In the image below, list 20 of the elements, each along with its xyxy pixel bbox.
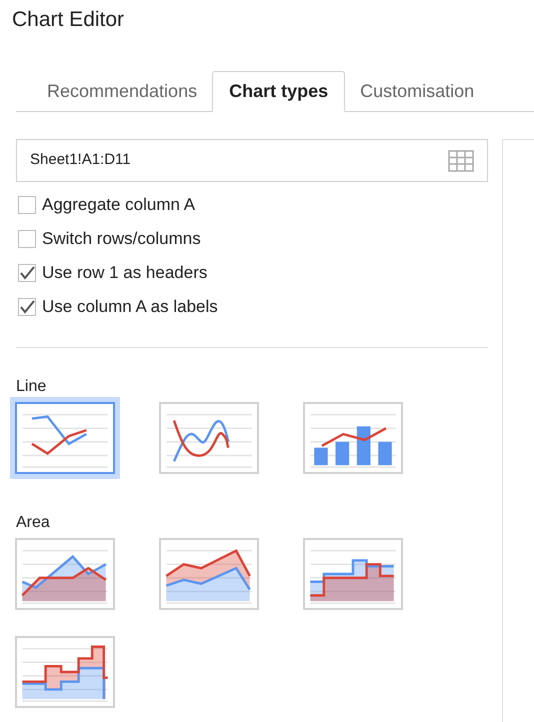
tab[interactable]: Chart types — [212, 71, 346, 112]
range-value: Sheet1!A1:D11 — [30, 150, 131, 170]
checkbox[interactable] — [18, 264, 36, 282]
section-title: Line — [16, 377, 48, 395]
option-label: Switch rows/columns — [42, 228, 201, 250]
tab[interactable]: Recommendations — [32, 71, 212, 111]
range-field[interactable]: Sheet1!A1:D11 — [16, 139, 488, 182]
option-label: Use row 1 as headers — [42, 262, 208, 284]
grid-icon[interactable] — [448, 150, 474, 172]
checkbox[interactable] — [18, 298, 36, 316]
checkbox[interactable] — [18, 196, 36, 214]
chart-thumbnail[interactable] — [10, 397, 120, 479]
option-label: Aggregate column A — [42, 194, 196, 216]
window-title: Chart Editor — [11, 7, 126, 33]
checkbox[interactable] — [18, 230, 36, 248]
tab[interactable]: Customisation — [345, 71, 490, 111]
checkmark-icon — [19, 266, 35, 280]
option-label: Use column A as labels — [42, 296, 218, 318]
section-title: Area — [16, 513, 51, 531]
checkmark-icon — [19, 300, 35, 314]
